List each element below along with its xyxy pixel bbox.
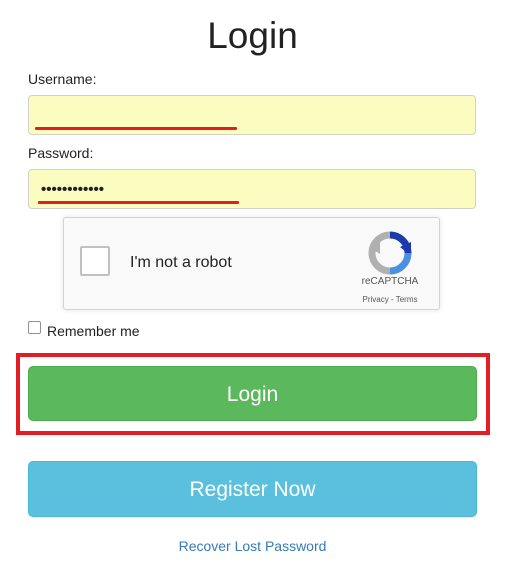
recaptcha-checkbox[interactable] xyxy=(80,246,110,276)
recaptcha-link-separator: - xyxy=(388,295,396,304)
recaptcha-widget: I'm not a robot reCAPTCHA Privacy - Term… xyxy=(63,217,440,310)
password-label: Password: xyxy=(28,145,94,161)
password-redaction-mark xyxy=(38,201,239,204)
username-redaction-mark xyxy=(35,127,237,130)
recaptcha-label: I'm not a robot xyxy=(130,254,232,271)
username-label: Username: xyxy=(28,71,97,87)
recaptcha-privacy-link[interactable]: Privacy xyxy=(363,295,389,304)
remember-me-label[interactable]: Remember me xyxy=(47,323,140,339)
recaptcha-logo-icon xyxy=(368,231,412,275)
recaptcha-terms-link[interactable]: Terms xyxy=(396,295,418,304)
login-button[interactable]: Login xyxy=(28,366,477,421)
recaptcha-brand: reCAPTCHA xyxy=(361,276,419,287)
register-now-button[interactable]: Register Now xyxy=(28,461,477,517)
remember-me-checkbox[interactable] xyxy=(28,321,41,334)
recaptcha-links: Privacy - Terms xyxy=(340,295,440,305)
page-title: Login xyxy=(207,15,298,56)
recover-password-link[interactable]: Recover Lost Password xyxy=(0,538,505,554)
